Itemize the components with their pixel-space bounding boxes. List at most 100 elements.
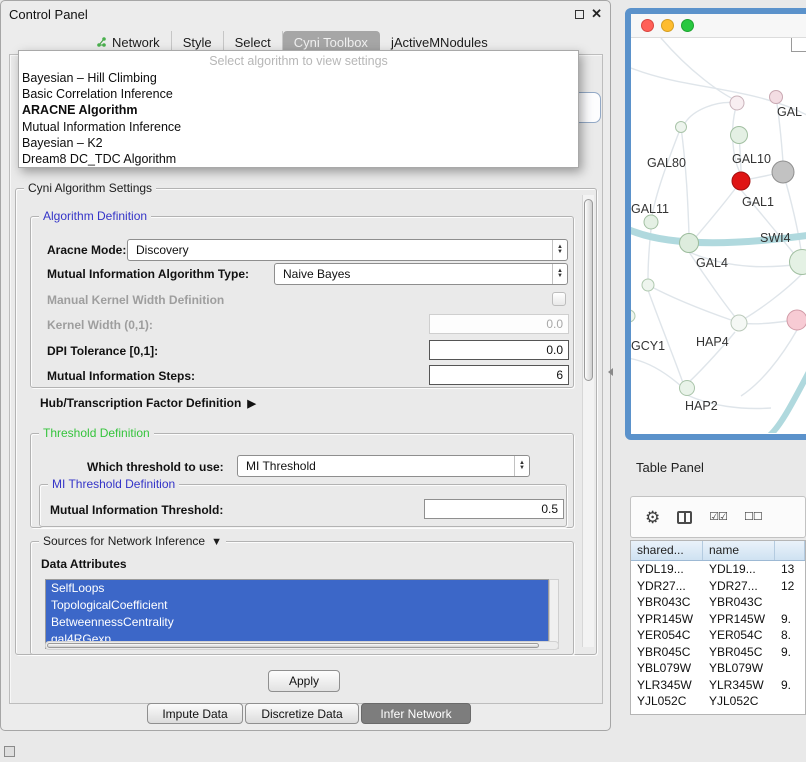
minimize-traffic-light[interactable] bbox=[661, 19, 674, 32]
table-cell[interactable] bbox=[775, 660, 805, 677]
column-header[interactable] bbox=[775, 541, 805, 560]
network-node[interactable] bbox=[770, 91, 783, 104]
zoom-traffic-light[interactable] bbox=[681, 19, 694, 32]
table-row[interactable]: YBL079W YBL079W bbox=[631, 660, 805, 677]
table-cell[interactable]: YPR145W bbox=[703, 611, 775, 628]
table-cell[interactable]: 9. bbox=[775, 677, 805, 694]
table-cell[interactable]: YBL079W bbox=[703, 660, 775, 677]
tab-impute-data[interactable]: Impute Data bbox=[147, 703, 243, 724]
table-row[interactable]: YBR043C YBR043C bbox=[631, 594, 805, 611]
list-item[interactable]: SelfLoops bbox=[46, 580, 548, 597]
table-row[interactable]: YDR27... YDR27... 12 bbox=[631, 578, 805, 595]
table-cell[interactable]: YBR043C bbox=[631, 594, 703, 611]
network-node[interactable] bbox=[731, 127, 748, 144]
tab-label: Network bbox=[112, 35, 160, 50]
table-cell[interactable]: 13 bbox=[775, 561, 805, 578]
table-cell[interactable]: YDL19... bbox=[703, 561, 775, 578]
tab-infer-network[interactable]: Infer Network bbox=[361, 703, 471, 724]
data-attributes-list[interactable]: SelfLoops TopologicalCoefficient Between… bbox=[45, 579, 549, 649]
network-canvas[interactable]: GAL GAL80 GAL10 GAL11 GAL1 SWI4 GAL4 GCY… bbox=[631, 38, 806, 433]
algorithm-option[interactable]: Mutual Information Inference bbox=[19, 119, 578, 135]
apply-button[interactable]: Apply bbox=[268, 670, 340, 692]
table-row[interactable]: YJL052C YJL052C bbox=[631, 693, 805, 710]
column-header[interactable]: shared... bbox=[631, 541, 703, 560]
table-row[interactable]: YER054C YER054C 8. bbox=[631, 627, 805, 644]
tab-discretize-data[interactable]: Discretize Data bbox=[245, 703, 359, 724]
network-node[interactable] bbox=[790, 250, 806, 275]
algorithm-option[interactable]: Basic Correlation Inference bbox=[19, 86, 578, 102]
table-cell[interactable]: YBL079W bbox=[631, 660, 703, 677]
columns-icon[interactable] bbox=[677, 511, 692, 524]
overview-box[interactable] bbox=[791, 38, 806, 52]
table-cell[interactable]: YJL052C bbox=[703, 693, 775, 710]
algorithm-option[interactable]: Dream8 DC_TDC Algorithm bbox=[19, 151, 578, 167]
close-traffic-light[interactable] bbox=[641, 19, 654, 32]
table-cell[interactable]: YLR345W bbox=[703, 677, 775, 694]
network-node-hub[interactable] bbox=[772, 161, 794, 183]
column-header[interactable]: name bbox=[703, 541, 775, 560]
network-node[interactable] bbox=[631, 310, 635, 322]
network-node[interactable] bbox=[730, 96, 744, 110]
table-cell[interactable]: 8. bbox=[775, 627, 805, 644]
network-node[interactable] bbox=[676, 122, 687, 133]
gear-icon[interactable]: ⚙ bbox=[645, 509, 660, 526]
settings-scrollbar[interactable] bbox=[582, 195, 594, 647]
sources-toggle[interactable]: Sources for Network Inference▼ bbox=[39, 534, 226, 548]
algorithm-option[interactable]: Bayesian – K2 bbox=[19, 135, 578, 151]
network-node-highlighted[interactable] bbox=[732, 172, 750, 190]
table-cell[interactable]: YDR27... bbox=[703, 578, 775, 595]
table-cell[interactable]: YDL19... bbox=[631, 561, 703, 578]
float-window-icon[interactable] bbox=[575, 10, 584, 19]
network-node[interactable] bbox=[680, 381, 695, 396]
list-item[interactable]: BetweennessCentrality bbox=[46, 614, 548, 631]
network-graph[interactable]: GAL GAL80 GAL10 GAL11 GAL1 SWI4 GAL4 GCY… bbox=[631, 38, 806, 433]
table-cell[interactable]: YER054C bbox=[631, 627, 703, 644]
which-threshold-combobox[interactable]: MI Threshold ▲ ▼ bbox=[237, 455, 530, 477]
select-all-columns-icon[interactable]: ☑☑ bbox=[709, 512, 727, 523]
table-cell[interactable]: 9. bbox=[775, 611, 805, 628]
kernel-width-field bbox=[429, 314, 569, 334]
list-item[interactable]: TopologicalCoefficient bbox=[46, 597, 548, 614]
table-cell[interactable]: YJL052C bbox=[631, 693, 703, 710]
table-cell[interactable]: YER054C bbox=[703, 627, 775, 644]
table-row[interactable]: YDL19... YDL19... 13 bbox=[631, 561, 805, 578]
table-cell[interactable]: 12 bbox=[775, 578, 805, 595]
table-row[interactable]: YLR345W YLR345W 9. bbox=[631, 677, 805, 694]
close-icon[interactable]: ✕ bbox=[591, 6, 602, 22]
deselect-all-columns-icon[interactable]: ☐☐ bbox=[744, 512, 762, 523]
scrollbar-thumb[interactable] bbox=[47, 643, 539, 648]
network-node[interactable] bbox=[731, 315, 747, 331]
table-cell[interactable]: YBR043C bbox=[703, 594, 775, 611]
aracne-mode-combobox[interactable]: Discovery ▲ ▼ bbox=[127, 239, 568, 261]
table-cell[interactable]: YDR27... bbox=[631, 578, 703, 595]
list-vertical-scrollbar[interactable] bbox=[549, 579, 559, 649]
algorithm-option[interactable]: Bayesian – Hill Climbing bbox=[19, 70, 578, 86]
algorithm-option-selected[interactable]: ARACNE Algorithm bbox=[19, 102, 578, 118]
list-horizontal-scrollbar[interactable] bbox=[45, 641, 559, 650]
scrollbar-thumb[interactable] bbox=[584, 199, 593, 381]
network-node[interactable] bbox=[642, 279, 654, 291]
dpi-tolerance-label: DPI Tolerance [0,1]: bbox=[47, 344, 158, 358]
dpi-tolerance-field[interactable] bbox=[429, 340, 569, 360]
network-node[interactable] bbox=[680, 234, 699, 253]
hub-definition-toggle[interactable]: Hub/Transcription Factor Definition▶ bbox=[40, 396, 256, 410]
mi-threshold-field[interactable] bbox=[424, 499, 564, 519]
table-row[interactable]: YBR045C YBR045C 9. bbox=[631, 644, 805, 661]
table-row[interactable]: YPR145W YPR145W 9. bbox=[631, 611, 805, 628]
mi-steps-field[interactable] bbox=[429, 365, 569, 385]
network-node[interactable] bbox=[644, 215, 658, 229]
tab-label: Cyni Toolbox bbox=[294, 35, 368, 50]
table-cell[interactable] bbox=[775, 693, 805, 710]
table-cell[interactable]: 9. bbox=[775, 644, 805, 661]
splitter-collapse-handle[interactable] bbox=[608, 368, 613, 376]
network-node-pink[interactable] bbox=[787, 310, 806, 330]
table-cell[interactable]: YPR145W bbox=[631, 611, 703, 628]
table-cell[interactable]: YLR345W bbox=[631, 677, 703, 694]
mi-algorithm-type-combobox[interactable]: Naive Bayes ▲ ▼ bbox=[274, 263, 568, 285]
minimized-panel-icon[interactable] bbox=[4, 746, 15, 757]
table-cell[interactable] bbox=[775, 594, 805, 611]
combo-value: Discovery bbox=[136, 243, 189, 257]
table-cell[interactable]: YBR045C bbox=[703, 644, 775, 661]
group-title: MI Threshold Definition bbox=[48, 477, 179, 491]
table-cell[interactable]: YBR045C bbox=[631, 644, 703, 661]
